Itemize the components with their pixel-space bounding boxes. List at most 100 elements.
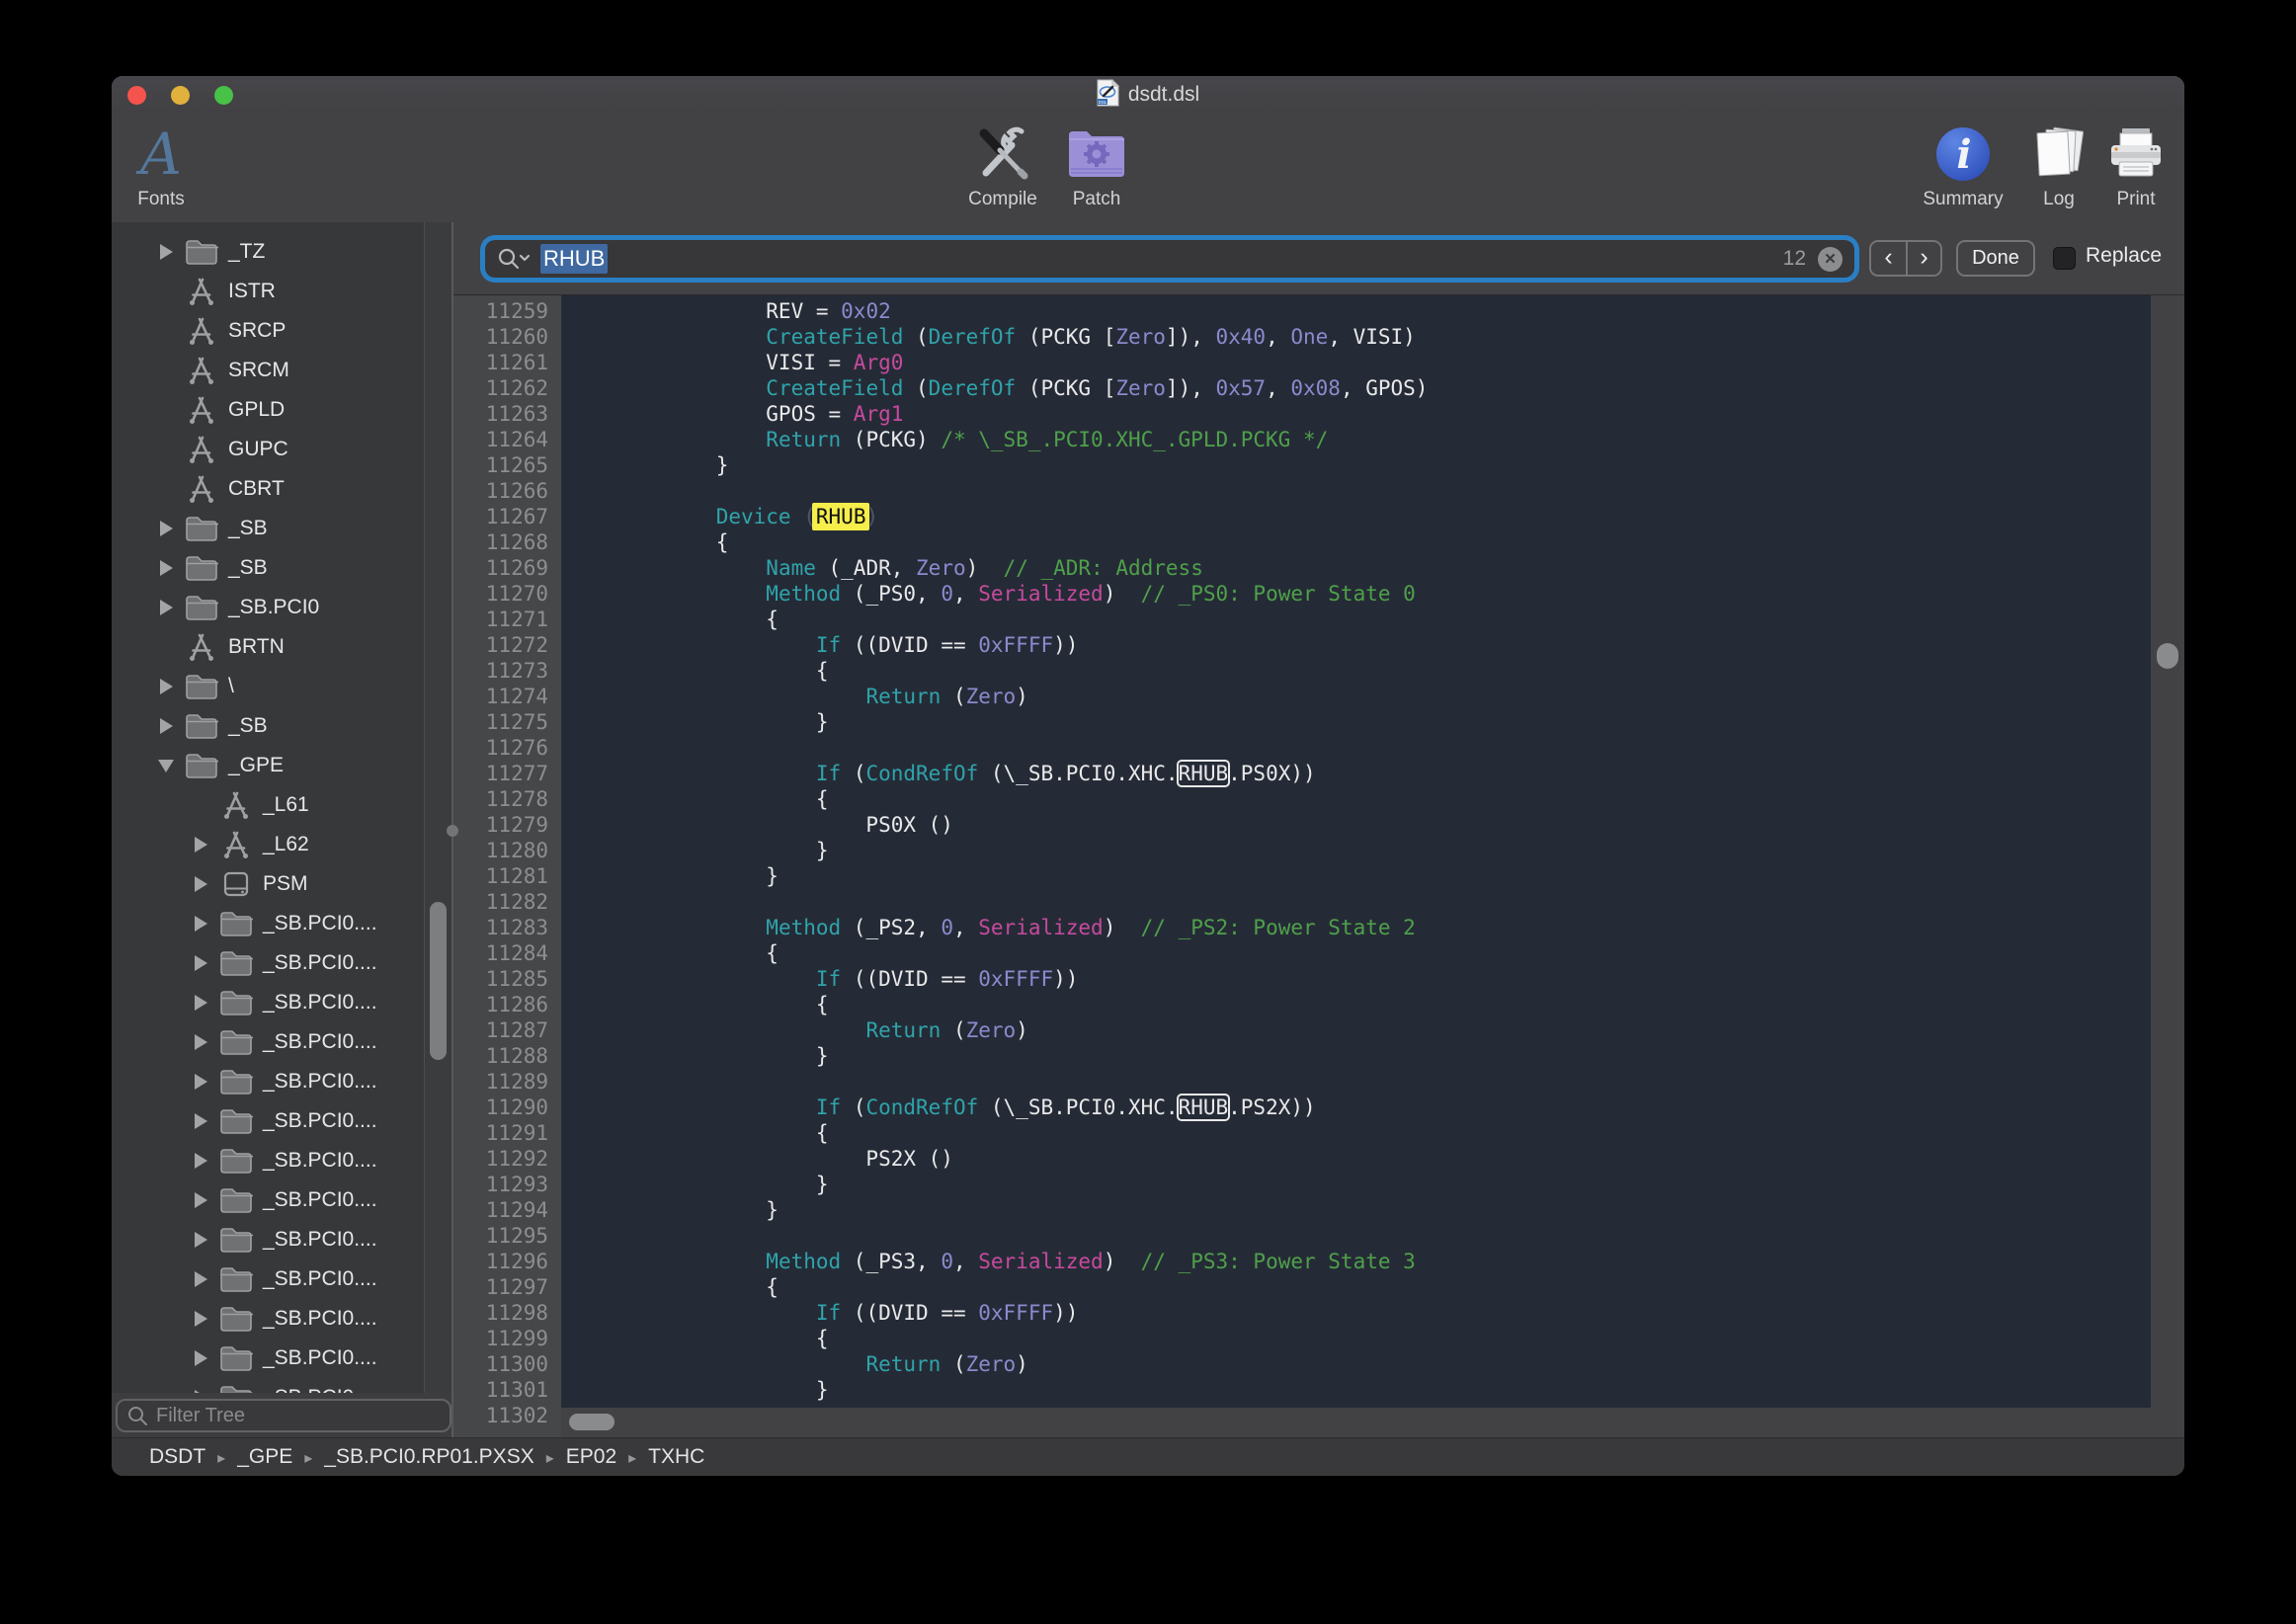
- breadcrumb-separator-icon: ▸: [304, 1450, 312, 1467]
- tree-item-tz[interactable]: _TZ: [112, 232, 451, 272]
- tree-item-sbpci0[interactable]: _SB.PCI0....: [112, 1180, 451, 1220]
- tree-item-l62[interactable]: _L62: [112, 825, 451, 864]
- tree-item-cbrt[interactable]: CBRT: [112, 469, 451, 509]
- fonts-button[interactable]: A Fonts: [112, 122, 215, 210]
- disclosure-collapsed-icon[interactable]: [186, 995, 215, 1011]
- line-number: 11263: [453, 401, 548, 427]
- disclosure-collapsed-icon[interactable]: [151, 600, 181, 615]
- compile-button[interactable]: Compile: [948, 122, 1057, 210]
- tree-item-sbpci0[interactable]: _SB.PCI0....: [112, 1299, 451, 1339]
- method-icon: [181, 395, 222, 425]
- tree-item-sbpci0[interactable]: _SB.PCI0....: [112, 1220, 451, 1259]
- folder-icon: [215, 1068, 257, 1096]
- disclosure-collapsed-icon[interactable]: [186, 1192, 215, 1208]
- tree-item-srcm[interactable]: SRCM: [112, 351, 451, 390]
- tree-item-sbpci0[interactable]: _SB.PCI0....: [112, 943, 451, 983]
- filter-placeholder: Filter Tree: [156, 1405, 245, 1427]
- tree-item-sbpci0[interactable]: _SB.PCI0....: [112, 983, 451, 1022]
- tree-item-sb[interactable]: _SB: [112, 548, 451, 588]
- filter-tree-input[interactable]: Filter Tree: [116, 1399, 451, 1432]
- tree-item-istr[interactable]: ISTR: [112, 272, 451, 311]
- tree-item-gupc[interactable]: GUPC: [112, 430, 451, 469]
- disclosure-collapsed-icon[interactable]: [186, 1350, 215, 1366]
- breadcrumb-item[interactable]: EP02: [566, 1445, 616, 1468]
- code-editor[interactable]: REV = 0x02 CreateField (DerefOf (PCKG [Z…: [561, 295, 2151, 1437]
- tree-item-label: _SB.PCI0....: [263, 912, 377, 935]
- disclosure-collapsed-icon[interactable]: [186, 1113, 215, 1129]
- disclosure-collapsed-icon[interactable]: [151, 718, 181, 734]
- tree-item-sbpci0[interactable]: _SB.PCI0....: [112, 1378, 451, 1393]
- line-number: 11285: [453, 966, 548, 992]
- tree-item-psm[interactable]: PSM: [112, 864, 451, 904]
- tree-item-gpld[interactable]: GPLD: [112, 390, 451, 430]
- disclosure-collapsed-icon[interactable]: [186, 1271, 215, 1287]
- line-number: 11273: [453, 658, 548, 684]
- line-number: 11279: [453, 812, 548, 838]
- tree-item-sbpci0[interactable]: _SB.PCI0....: [112, 1022, 451, 1062]
- disclosure-expanded-icon[interactable]: [151, 760, 181, 772]
- find-previous-button[interactable]: ‹: [1871, 242, 1906, 275]
- tree-item-sbpci0[interactable]: _SB.PCI0....: [112, 1259, 451, 1299]
- split-handle[interactable]: [447, 825, 458, 837]
- tree-item-srcp[interactable]: SRCP: [112, 311, 451, 351]
- sidebar-scrollbar-track[interactable]: [424, 222, 451, 1393]
- tree-item-label: _L61: [263, 793, 309, 817]
- tree-item-sbpci0[interactable]: _SB.PCI0....: [112, 1141, 451, 1180]
- replace-checkbox[interactable]: [2053, 247, 2076, 270]
- breadcrumb-item[interactable]: TXHC: [648, 1445, 704, 1468]
- tree-item-[interactable]: \: [112, 667, 451, 706]
- search-menu-icon[interactable]: [497, 247, 531, 271]
- tree-item-l61[interactable]: _L61: [112, 785, 451, 825]
- find-next-button[interactable]: ›: [1906, 242, 1940, 275]
- folder-icon: [215, 1344, 257, 1372]
- tree-item-label: _TZ: [228, 240, 265, 264]
- disclosure-collapsed-icon[interactable]: [186, 1034, 215, 1050]
- symbol-tree[interactable]: _TZISTRSRCPSRCMGPLDGUPCCBRT_SB_SB_SB.PCI…: [112, 222, 451, 1393]
- disclosure-collapsed-icon[interactable]: [186, 1311, 215, 1327]
- tree-item-sbpci0[interactable]: _SB.PCI0....: [112, 1062, 451, 1101]
- print-button[interactable]: Print: [2082, 122, 2184, 210]
- disclosure-collapsed-icon[interactable]: [186, 1074, 215, 1090]
- line-number: 11287: [453, 1017, 548, 1043]
- disclosure-collapsed-icon[interactable]: [186, 916, 215, 932]
- clear-search-button[interactable]: ✕: [1818, 247, 1843, 272]
- disclosure-collapsed-icon[interactable]: [151, 679, 181, 694]
- method-icon: [181, 474, 222, 504]
- horizontal-scrollbar[interactable]: [561, 1408, 2151, 1437]
- find-input[interactable]: RHUB 12 ✕: [485, 240, 1854, 278]
- editor-scrollbar-track[interactable]: [2151, 295, 2184, 1437]
- disclosure-collapsed-icon[interactable]: [186, 876, 215, 892]
- patch-button[interactable]: Patch: [1042, 122, 1151, 210]
- disclosure-collapsed-icon[interactable]: [186, 1232, 215, 1248]
- editor-scrollbar-thumb[interactable]: [2157, 643, 2178, 669]
- tree-item-sbpci0[interactable]: _SB.PCI0: [112, 588, 451, 627]
- line-number: 11300: [453, 1351, 548, 1377]
- titlebar[interactable]: DSL dsdt.dsl: [112, 76, 2184, 114]
- tree-item-sb[interactable]: _SB: [112, 706, 451, 746]
- disclosure-collapsed-icon[interactable]: [151, 560, 181, 576]
- breadcrumb-item[interactable]: _GPE: [237, 1445, 292, 1468]
- tree-item-sbpci0[interactable]: _SB.PCI0....: [112, 1101, 451, 1141]
- disclosure-collapsed-icon[interactable]: [186, 837, 215, 853]
- tree-item-sbpci0[interactable]: _SB.PCI0....: [112, 904, 451, 943]
- tree-item-brtn[interactable]: BRTN: [112, 627, 451, 667]
- disclosure-collapsed-icon[interactable]: [151, 244, 181, 260]
- maciasl-window: DSL dsdt.dsl A Fonts: [112, 76, 2184, 1476]
- tree-item-sb[interactable]: _SB: [112, 509, 451, 548]
- code-line: {: [566, 1326, 2151, 1351]
- disclosure-collapsed-icon[interactable]: [151, 521, 181, 536]
- code-line: Return (Zero): [566, 1351, 2151, 1377]
- horizontal-scrollbar-thumb[interactable]: [569, 1414, 615, 1430]
- done-button[interactable]: Done: [1956, 240, 2035, 277]
- breadcrumb-item[interactable]: _SB.PCI0.RP01.PXSX: [324, 1445, 533, 1468]
- disclosure-collapsed-icon[interactable]: [186, 1153, 215, 1169]
- disclosure-collapsed-icon[interactable]: [186, 955, 215, 971]
- sidebar-scrollbar-thumb[interactable]: [430, 902, 447, 1060]
- breadcrumb-item[interactable]: DSDT: [149, 1445, 205, 1468]
- summary-button[interactable]: i Summary: [1909, 122, 2017, 210]
- find-match-current: RHUB: [1179, 762, 1229, 785]
- tree-item-sbpci0[interactable]: _SB.PCI0....: [112, 1339, 451, 1378]
- toolbar: A Fonts Compile: [112, 114, 2184, 222]
- tree-item-gpe[interactable]: _GPE: [112, 746, 451, 785]
- code-line: Return (Zero): [566, 1017, 2151, 1043]
